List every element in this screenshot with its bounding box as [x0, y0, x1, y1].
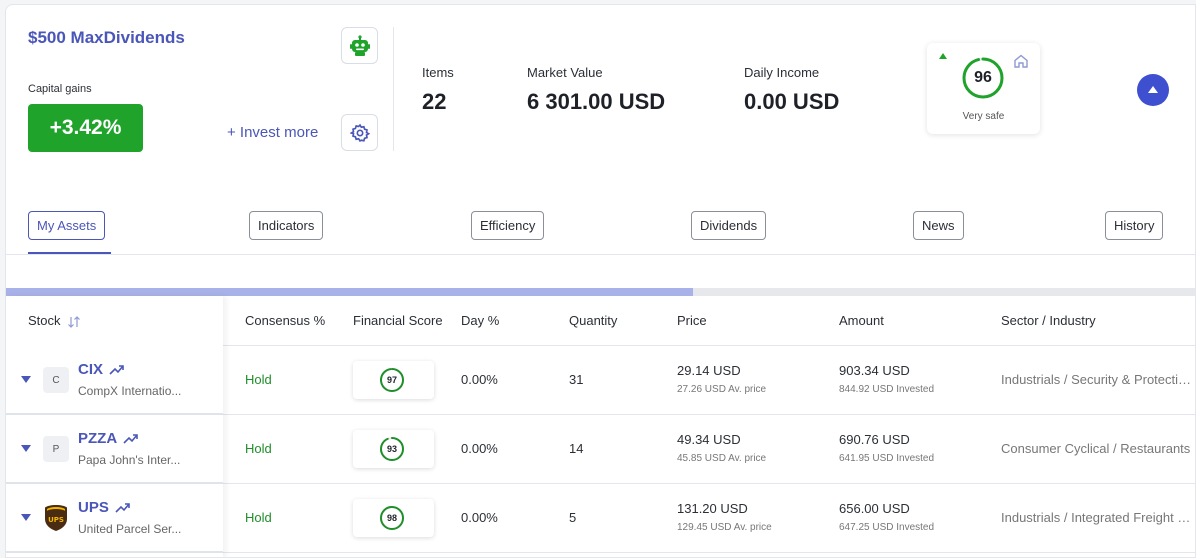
expand-caret-icon[interactable] — [21, 445, 31, 452]
amount: 690.76 USD — [839, 432, 910, 447]
stock-logo: P — [43, 436, 69, 462]
column-header-sector[interactable]: Sector / Industry — [1001, 313, 1096, 328]
invested: 844.92 USD Invested — [839, 384, 935, 395]
financial-score-value: 98 — [386, 513, 397, 523]
capital-gains-label: Capital gains — [28, 83, 92, 95]
daily-income-label: Daily Income — [744, 65, 820, 80]
average-price: 129.45 USD Av. price — [677, 522, 772, 533]
financial-score-badge[interactable]: 97 — [353, 361, 434, 399]
items-value: 22 — [422, 89, 447, 114]
gear-icon — [349, 123, 370, 142]
safety-score-value: 96 — [974, 69, 992, 86]
row-divider — [6, 413, 223, 415]
row-divider — [6, 482, 223, 484]
header-divider — [393, 27, 394, 151]
horizontal-scrollbar[interactable] — [6, 288, 1195, 296]
ups-logo: UPS — [43, 505, 69, 531]
expand-caret-icon[interactable] — [21, 514, 31, 521]
home-icon[interactable] — [1013, 53, 1029, 69]
trend-up-icon — [115, 502, 130, 513]
market-value-value: 6 301.00 USD — [527, 89, 666, 114]
items-label: Items — [422, 65, 454, 80]
stock-logo: C — [43, 367, 69, 393]
financial-score-value: 93 — [386, 444, 397, 454]
capital-gains-badge: +3.42% — [28, 104, 143, 152]
price: 29.14 USD — [677, 363, 741, 378]
tab-news[interactable]: News — [913, 211, 964, 240]
company-name: Papa John's Inter... — [78, 453, 181, 467]
tab-indicators[interactable]: Indicators — [249, 211, 324, 240]
chevron-up-icon — [1148, 86, 1158, 93]
sector-industry: Industrials / Security & Protection Serv… — [1001, 372, 1193, 387]
daily-income-value: 0.00 USD — [744, 89, 840, 114]
price: 49.34 USD — [677, 432, 741, 447]
column-header-day[interactable]: Day % — [461, 313, 499, 328]
tab-history[interactable]: History — [1105, 211, 1164, 240]
collapse-button[interactable] — [1137, 74, 1169, 106]
amount: 656.00 USD — [839, 501, 910, 516]
sticky-stock-column — [6, 296, 223, 557]
consensus-value: Hold — [245, 372, 272, 387]
robot-button[interactable] — [341, 27, 378, 64]
stock-ticker[interactable]: PZZA — [78, 430, 139, 447]
settings-button[interactable] — [341, 114, 378, 151]
consensus-value: Hold — [245, 441, 272, 456]
tabs-divider — [6, 254, 1195, 255]
day-change: 0.00% — [461, 441, 498, 456]
tab-dividends[interactable]: Dividends — [691, 211, 767, 240]
consensus-value: Hold — [245, 510, 272, 525]
financial-score-badge[interactable]: 93 — [353, 430, 434, 468]
trend-up-icon — [123, 433, 138, 444]
portfolio-card: $500 MaxDividends Capital gains +3.42% +… — [5, 4, 1196, 558]
column-header-stock[interactable]: Stock — [28, 313, 81, 328]
average-price: 27.26 USD Av. price — [677, 384, 767, 395]
quantity: 5 — [569, 510, 577, 525]
stock-ticker[interactable]: CIX — [78, 361, 125, 378]
trend-up-arrow-icon — [939, 53, 947, 59]
row-divider — [6, 551, 223, 553]
column-header-price[interactable]: Price — [677, 313, 707, 328]
tab-my-assets[interactable]: My Assets — [28, 211, 106, 240]
sector-industry: Consumer Cyclical / Restaurants — [1001, 441, 1191, 456]
day-change: 0.00% — [461, 372, 498, 387]
average-price: 45.85 USD Av. price — [677, 453, 767, 464]
company-name: CompX Internatio... — [78, 384, 182, 398]
safety-score-card[interactable]: 96 Very safe — [927, 43, 1040, 134]
quantity: 31 — [569, 372, 584, 387]
day-change: 0.00% — [461, 510, 498, 525]
portfolio-title[interactable]: $500 MaxDividends — [28, 28, 185, 48]
quantity: 14 — [569, 441, 584, 456]
column-header-consensus[interactable]: Consensus % — [245, 313, 325, 328]
tab-efficiency[interactable]: Efficiency — [471, 211, 545, 240]
ups-logo-shield: UPS — [45, 505, 67, 531]
column-header-amount[interactable]: Amount — [839, 313, 884, 328]
column-header-quantity[interactable]: Quantity — [569, 313, 617, 328]
invest-more-link[interactable]: + Invest more — [227, 124, 318, 141]
scrollbar-thumb[interactable] — [6, 288, 693, 296]
sort-icon[interactable] — [67, 315, 81, 328]
price: 131.20 USD — [677, 501, 748, 516]
stock-ticker[interactable]: UPS — [78, 499, 131, 516]
safety-label: Very safe — [962, 111, 1005, 122]
svg-text:UPS: UPS — [48, 516, 64, 524]
invested: 647.25 USD Invested — [839, 522, 935, 533]
financial-score-badge[interactable]: 98 — [353, 499, 434, 537]
column-header-financial-score[interactable]: Financial Score — [353, 313, 443, 328]
trend-up-icon — [109, 364, 124, 375]
robot-icon — [349, 34, 370, 56]
company-name: United Parcel Ser... — [78, 522, 182, 536]
sector-industry: Industrials / Integrated Freight & Logis… — [1001, 510, 1193, 525]
market-value-label: Market Value — [527, 65, 603, 80]
financial-score-value: 97 — [386, 375, 397, 385]
invested: 641.95 USD Invested — [839, 453, 935, 464]
expand-caret-icon[interactable] — [21, 376, 31, 383]
amount: 903.34 USD — [839, 363, 910, 378]
